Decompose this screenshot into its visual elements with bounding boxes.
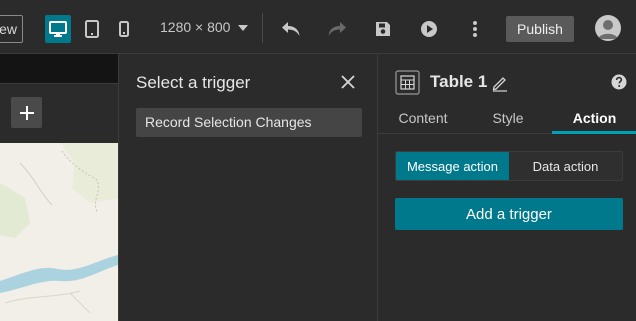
save-icon <box>376 22 390 36</box>
resolution-select[interactable]: 1280 × 800 <box>160 15 249 39</box>
undo-button[interactable] <box>277 15 305 43</box>
tablet-device-button[interactable] <box>79 15 105 43</box>
publish-button[interactable]: Publish <box>506 16 574 42</box>
canvas-header-strip <box>0 54 118 83</box>
preview-button[interactable]: ew <box>0 15 23 43</box>
top-toolbar: ew 1280 × 800 Publish <box>0 0 636 54</box>
tab-action[interactable]: Action <box>552 106 636 134</box>
save-button[interactable] <box>369 15 397 43</box>
tab-style[interactable]: Style <box>473 106 543 134</box>
plus-icon <box>19 105 34 120</box>
action-type-toggle: Message action Data action <box>395 151 623 181</box>
zoom-in-button[interactable] <box>11 97 42 128</box>
widget-settings-panel: Table 1 Content Style Action Message act… <box>377 54 636 321</box>
more-vertical-icon <box>473 21 477 37</box>
more-options-button[interactable] <box>461 15 489 43</box>
map-view[interactable] <box>0 143 118 321</box>
undo-icon <box>282 22 300 36</box>
table-icon <box>395 70 420 95</box>
tablet-icon <box>85 20 99 38</box>
map-basemap <box>0 143 118 321</box>
add-trigger-button[interactable]: Add a trigger <box>395 198 623 230</box>
tab-content[interactable]: Content <box>388 106 458 134</box>
user-avatar-icon[interactable] <box>595 15 621 41</box>
phone-device-button[interactable] <box>111 15 137 43</box>
message-action-button[interactable]: Message action <box>396 152 509 180</box>
trigger-option-record-selection-changes[interactable]: Record Selection Changes <box>136 108 362 137</box>
redo-icon <box>328 22 346 36</box>
desktop-icon <box>49 21 67 37</box>
trigger-panel-title: Select a trigger <box>136 73 251 92</box>
desktop-device-button[interactable] <box>45 15 71 43</box>
pencil-icon[interactable] <box>492 74 508 92</box>
help-icon[interactable] <box>611 74 627 90</box>
settings-tabs: Content Style Action <box>378 106 636 134</box>
resolution-value: 1280 × 800 <box>160 19 231 35</box>
phone-icon <box>119 21 129 37</box>
chevron-down-icon <box>238 25 249 31</box>
widget-title: Table 1 <box>430 72 488 91</box>
toolbar-divider <box>262 13 263 43</box>
data-action-button[interactable]: Data action <box>509 152 622 180</box>
close-button[interactable] <box>340 74 356 90</box>
select-trigger-panel: Select a trigger Record Selection Change… <box>118 54 377 321</box>
redo-button[interactable] <box>323 15 351 43</box>
preview-play-button[interactable] <box>415 15 443 43</box>
close-icon <box>341 75 355 89</box>
play-icon <box>421 21 437 37</box>
